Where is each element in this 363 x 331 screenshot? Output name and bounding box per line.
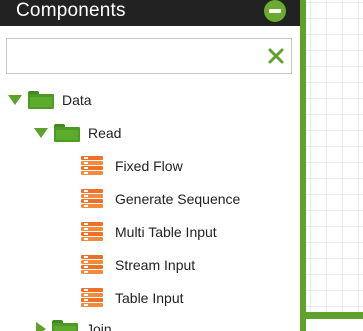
- canvas-footer: [306, 319, 363, 331]
- folder-icon: [28, 91, 54, 109]
- panel-title: Components: [16, 0, 126, 21]
- components-panel: Components Data Read Fixed Flow Generate…: [0, 0, 300, 331]
- expand-caret-down-icon[interactable]: [34, 128, 48, 138]
- expand-caret-down-icon[interactable]: [8, 95, 22, 105]
- folder-icon: [52, 320, 78, 331]
- collapse-panel-minus-icon[interactable]: [264, 0, 286, 22]
- design-canvas[interactable]: [306, 0, 363, 312]
- step-icon: [81, 188, 103, 210]
- expand-caret-right-icon[interactable]: [36, 322, 46, 331]
- tree-item-generate-sequence[interactable]: Generate Sequence: [81, 187, 240, 211]
- tree-folder-label: Read: [88, 125, 122, 141]
- tree-item-label: Table Input: [115, 290, 184, 306]
- tree-item-label: Generate Sequence: [115, 191, 241, 207]
- tree-folder-label: Data: [62, 92, 92, 108]
- tree-item-label: Multi Table Input: [115, 224, 217, 240]
- panel-header: Components: [0, 0, 300, 26]
- tree-item-fixed-flow[interactable]: Fixed Flow: [81, 154, 183, 178]
- step-icon: [81, 254, 103, 276]
- canvas-bottom-border: [306, 312, 363, 319]
- step-icon: [81, 221, 103, 243]
- tree-folder-data[interactable]: Data: [8, 88, 92, 112]
- tree-item-stream-input[interactable]: Stream Input: [81, 253, 195, 277]
- clear-search-x-icon[interactable]: [267, 47, 285, 65]
- tree-item-table-input[interactable]: Table Input: [81, 286, 184, 310]
- tree-item-multi-table-input[interactable]: Multi Table Input: [81, 220, 217, 244]
- step-icon: [81, 287, 103, 309]
- folder-icon: [54, 124, 80, 142]
- tree-item-label: Stream Input: [115, 257, 196, 273]
- search-box: [6, 38, 292, 74]
- tree-folder-label: Join: [86, 321, 112, 331]
- tree-folder-read[interactable]: Read: [34, 121, 121, 145]
- tree-folder-join[interactable]: Join: [34, 317, 112, 331]
- step-icon: [81, 155, 103, 177]
- search-input[interactable]: [7, 39, 259, 73]
- tree-item-label: Fixed Flow: [115, 158, 183, 174]
